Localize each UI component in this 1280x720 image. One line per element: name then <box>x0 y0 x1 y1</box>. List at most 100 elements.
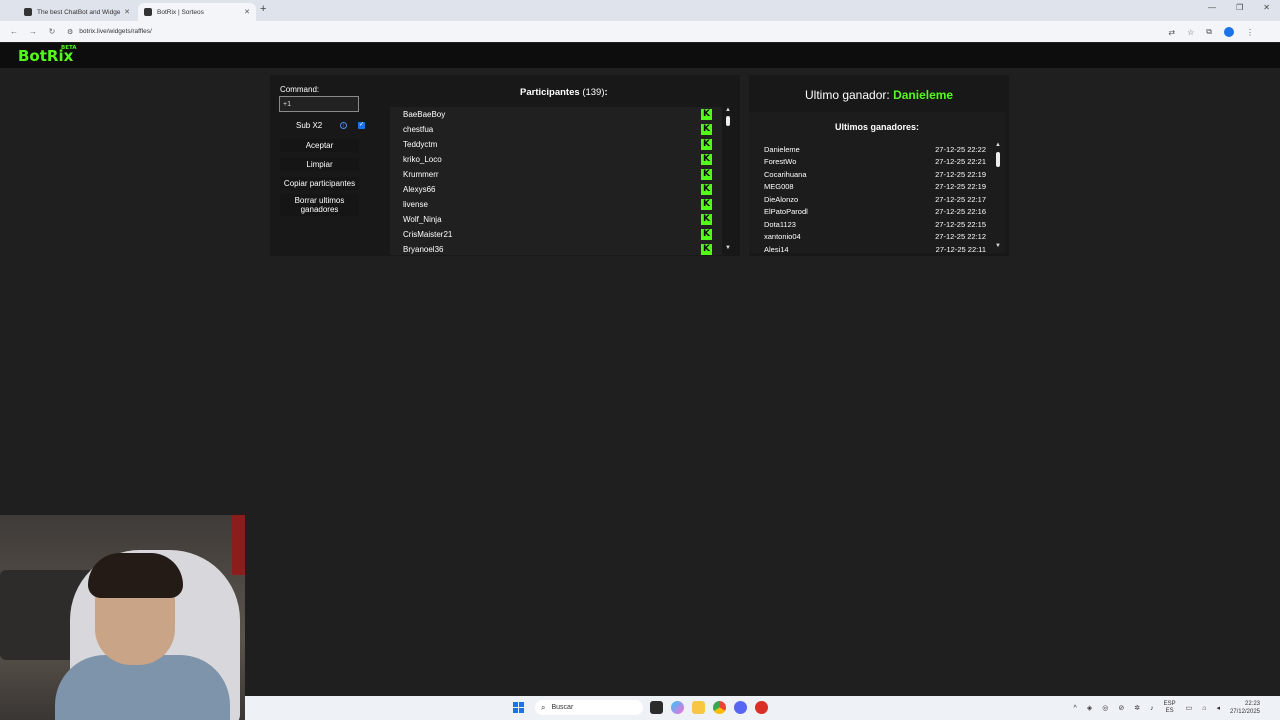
winner-row: Alesi14 27-12-25 22:11 <box>764 243 986 253</box>
winner-row: ElPatoParodl 27-12-25 22:16 <box>764 206 986 219</box>
kick-logo-icon: K <box>701 154 712 165</box>
network-icon[interactable]: ⌂ <box>1202 705 1206 712</box>
lang-top: ESP <box>1163 701 1176 707</box>
kick-logo-icon: K <box>701 214 712 225</box>
sub-x2-checkbox[interactable]: ✓ <box>358 122 365 129</box>
botrix-logo[interactable]: BotRix BETA <box>18 45 77 65</box>
scroll-up-icon[interactable]: ▲ <box>725 107 731 113</box>
profile-avatar[interactable] <box>1224 27 1234 37</box>
scroll-up-icon[interactable]: ▲ <box>995 142 1001 148</box>
winner-name: Dota1123 <box>764 219 796 229</box>
menu-icon[interactable]: ⋮ <box>1246 28 1254 37</box>
app-icon[interactable] <box>755 701 768 714</box>
tab-title: The best ChatBot and Widgets <box>37 8 121 16</box>
participant-name: kriko_Loco <box>403 155 442 164</box>
participants-title-text: Participantes <box>520 87 580 98</box>
participant-name: livense <box>403 200 428 209</box>
beta-badge: BETA <box>61 45 77 51</box>
browser-tabstrip: The best ChatBot and Widgets ✕ BotRix | … <box>0 0 1280 21</box>
tray-app-icon[interactable]: ⊘ <box>1118 704 1124 712</box>
microphone-icon[interactable]: ♪ <box>1150 705 1154 712</box>
address-bar: ← → ↻ ⚙ botrix.live/widgets/raffles/ ⇄ ☆… <box>0 21 1280 42</box>
close-icon[interactable]: ✕ <box>124 8 130 16</box>
close-window-icon[interactable]: ✕ <box>1263 3 1270 12</box>
winner-panel: Ultimo ganador: Danieleme Ultimos ganado… <box>749 75 1009 256</box>
copy-participants-button[interactable]: Copiar participantes <box>280 177 359 190</box>
clock-date: 27/12/2025 <box>1229 709 1260 715</box>
close-icon[interactable]: ✕ <box>244 8 250 16</box>
kick-logo-icon: K <box>701 229 712 240</box>
winner-name: Danieleme <box>764 144 800 154</box>
browser-tab[interactable]: The best ChatBot and Widgets ✕ <box>18 3 136 21</box>
participant-row: Alexys66 K <box>390 182 722 197</box>
participants-scrollbar[interactable] <box>726 116 730 126</box>
webcam-person-hair <box>88 553 183 598</box>
reload-icon[interactable]: ↻ <box>47 27 57 36</box>
chevron-up-icon[interactable]: ^ <box>1074 705 1077 712</box>
taskbar-search[interactable]: ⌕ Buscar <box>535 700 643 715</box>
url-field[interactable]: ⚙ botrix.live/widgets/raffles/ <box>67 28 1147 36</box>
winner-row: Cocarihuana 27-12-25 22:19 <box>764 168 986 181</box>
participant-row: BaeBaeBoy K <box>390 107 722 122</box>
bookmark-star-icon[interactable]: ☆ <box>1187 28 1194 37</box>
winner-row: MEG008 27-12-25 22:19 <box>764 181 986 194</box>
language-indicator[interactable]: ESP ES <box>1164 701 1176 715</box>
task-view-icon[interactable] <box>650 701 663 714</box>
clock[interactable]: 22:23 27/12/2025 <box>1230 700 1260 716</box>
tray-app-icon[interactable]: ◎ <box>1102 704 1108 712</box>
monitor-icon[interactable]: ▭ <box>1186 704 1193 712</box>
winners-history: Ultimos ganadores: Danieleme 27-12-25 22:… <box>749 112 1005 253</box>
browser-tab-active[interactable]: BotRix | Sorteos ✕ <box>138 3 256 21</box>
windows-taskbar: ⌕ Buscar ^ ◈ ◎ ⊘ ✲ ♪ ESP ES ▭ ⌂ ◂ 22:23 … <box>245 696 1280 720</box>
command-input[interactable] <box>279 96 359 112</box>
tray-app-icon[interactable]: ✲ <box>1134 704 1140 712</box>
delete-winners-button[interactable]: Borrar ultimos ganadores <box>280 194 359 216</box>
back-icon[interactable]: ← <box>9 27 19 36</box>
scroll-down-icon[interactable]: ▼ <box>725 245 731 251</box>
sub-x2-option: Sub X2 i <box>296 121 348 130</box>
winner-row: DieAlonzo 27-12-25 22:17 <box>764 193 986 206</box>
file-explorer-icon[interactable] <box>692 701 705 714</box>
volume-icon[interactable]: ◂ <box>1216 704 1220 712</box>
forward-icon[interactable]: → <box>28 27 38 36</box>
site-info-icon[interactable]: ⚙ <box>67 28 73 36</box>
kick-logo-icon: K <box>701 169 712 180</box>
new-tab-icon[interactable]: + <box>260 3 266 15</box>
raffle-panel: Command: Sub X2 i ✓ Aceptar Limpiar Copi… <box>270 75 740 256</box>
participant-row: kriko_Loco K <box>390 152 722 167</box>
winners-scrollbar[interactable] <box>996 152 1000 167</box>
lang-bottom: ES <box>1165 708 1174 714</box>
winner-time: 27-12-25 22:15 <box>935 219 986 229</box>
accept-button[interactable]: Aceptar <box>280 139 359 152</box>
kick-logo-icon: K <box>701 199 712 210</box>
winner-name: MEG008 <box>764 182 794 192</box>
last-winner-name: Danieleme <box>893 88 954 102</box>
participant-name: Krummerr <box>403 170 439 179</box>
participant-row: Krummerr K <box>390 167 722 182</box>
winner-name: Alesi14 <box>764 244 789 253</box>
minimize-icon[interactable]: — <box>1208 3 1216 12</box>
extensions-icon[interactable]: ⧉ <box>1206 27 1212 37</box>
taskbar-apps <box>650 701 768 714</box>
participant-name: Bryanoel36 <box>403 245 444 254</box>
url-text: botrix.live/widgets/raffles/ <box>79 28 152 35</box>
kick-logo-icon: K <box>701 109 712 120</box>
participant-name: CrisMaister21 <box>403 230 453 239</box>
system-tray: ^ ◈ ◎ ⊘ ✲ ♪ ESP ES ▭ ⌂ ◂ 22:23 27/12/202… <box>1074 700 1260 716</box>
participant-row: Wolf_Ninja K <box>390 212 722 227</box>
windows-start-icon[interactable] <box>513 702 524 713</box>
info-icon[interactable]: i <box>340 122 348 129</box>
copilot-icon[interactable] <box>671 701 684 714</box>
chrome-icon[interactable] <box>713 701 726 714</box>
participant-name: BaeBaeBoy <box>403 110 446 119</box>
discord-icon[interactable] <box>734 701 747 714</box>
winner-time: 27-12-25 22:22 <box>935 144 986 154</box>
last-winner: Ultimo ganador: Danieleme <box>805 88 953 102</box>
winner-time: 27-12-25 22:21 <box>935 157 986 167</box>
maximize-icon[interactable]: ❐ <box>1236 3 1243 12</box>
winner-row: Dota1123 27-12-25 22:15 <box>764 218 986 231</box>
clear-button[interactable]: Limpiar <box>280 158 359 171</box>
translate-icon[interactable]: ⇄ <box>1168 28 1175 37</box>
tray-app-icon[interactable]: ◈ <box>1087 704 1092 712</box>
scroll-down-icon[interactable]: ▼ <box>995 243 1001 249</box>
